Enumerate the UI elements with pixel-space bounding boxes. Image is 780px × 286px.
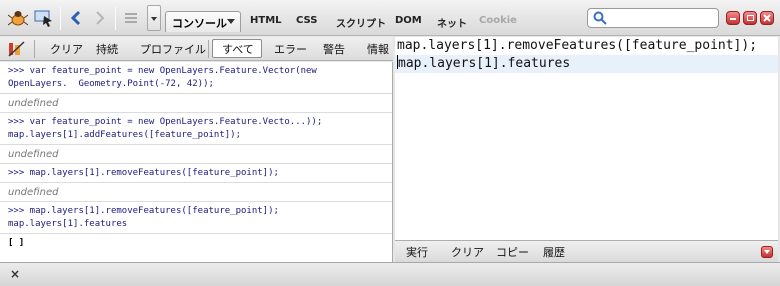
console-toolbar: クリア 持続 プロファイル すべて エラー 警告 情報 [0, 37, 393, 61]
chevron-down-icon [151, 17, 157, 21]
log-result: undefined [0, 94, 392, 113]
history-button[interactable]: 履歴 [543, 244, 565, 260]
log-command: >>> map.layers[1].removeFeatures([featur… [0, 202, 392, 234]
panel-menu-button[interactable] [147, 5, 161, 31]
editor-line: map.layers[1].removeFeatures([feature_po… [397, 38, 758, 53]
editor-toolbar: 実行 クリア コピー 履歴 [395, 240, 778, 262]
tab-cookie[interactable]: Cookie [479, 15, 517, 26]
chevron-down-icon [764, 250, 770, 254]
tab-net[interactable]: ネット [437, 15, 467, 30]
search-field[interactable] [587, 8, 719, 28]
command-editor[interactable]: map.layers[1].removeFeatures([feature_po… [395, 37, 778, 240]
close-button[interactable] [760, 11, 774, 25]
clear-editor-button[interactable]: クリア [451, 244, 484, 260]
close-statusbar-button[interactable]: × [10, 267, 20, 281]
close-icon [763, 14, 771, 22]
editor-line-current: map.layers[1].features [395, 55, 778, 73]
filter-errors[interactable]: エラー [274, 41, 307, 57]
detach-button[interactable] [743, 11, 757, 25]
search-icon [593, 11, 607, 28]
collapse-editor-button[interactable] [761, 246, 773, 258]
run-button[interactable]: 実行 [406, 244, 428, 260]
window-icon [747, 15, 754, 21]
tab-css[interactable]: CSS [296, 15, 317, 26]
clear-button[interactable]: クリア [50, 41, 83, 57]
status-bar: × [0, 262, 780, 286]
chevron-down-icon [227, 19, 235, 24]
list-icon[interactable] [121, 8, 141, 28]
log-result: undefined [0, 183, 392, 202]
log-command: >>> var feature_point = new OpenLayers.F… [0, 113, 392, 145]
minimize-button[interactable] [726, 11, 740, 25]
editor-line-text: map.layers[1].features [398, 56, 571, 71]
error-filter-icon[interactable] [8, 41, 26, 60]
filter-all[interactable]: すべて [222, 41, 254, 57]
minimize-icon [730, 18, 736, 20]
log-command: >>> var feature_point = new OpenLayers.F… [0, 62, 392, 94]
log-result: undefined [0, 145, 392, 164]
persist-button[interactable]: 持続 [96, 41, 118, 57]
tab-html[interactable]: HTML [250, 15, 282, 26]
log-array-result[interactable]: [ ] [0, 234, 392, 252]
profile-button[interactable]: プロファイル [140, 41, 206, 57]
forward-icon[interactable] [90, 8, 110, 28]
inspect-icon[interactable] [34, 8, 54, 28]
filter-warnings[interactable]: 警告 [323, 41, 345, 57]
copy-button[interactable]: コピー [496, 244, 529, 260]
tab-console[interactable]: コンソール [165, 11, 241, 32]
log-command: >>> map.layers[1].removeFeatures([featur… [0, 164, 392, 183]
tab-console-label: コンソール [172, 17, 227, 30]
console-log[interactable]: >>> var feature_point = new OpenLayers.F… [0, 62, 393, 262]
main-toolbar: コンソール HTML CSS スクリプト DOM ネット Cookie [0, 0, 780, 36]
back-icon[interactable] [66, 8, 86, 28]
tab-dom[interactable]: DOM [395, 15, 422, 26]
filter-info[interactable]: 情報 [367, 41, 389, 57]
firebug-icon[interactable] [8, 8, 28, 28]
tab-script[interactable]: スクリプト [336, 15, 386, 30]
